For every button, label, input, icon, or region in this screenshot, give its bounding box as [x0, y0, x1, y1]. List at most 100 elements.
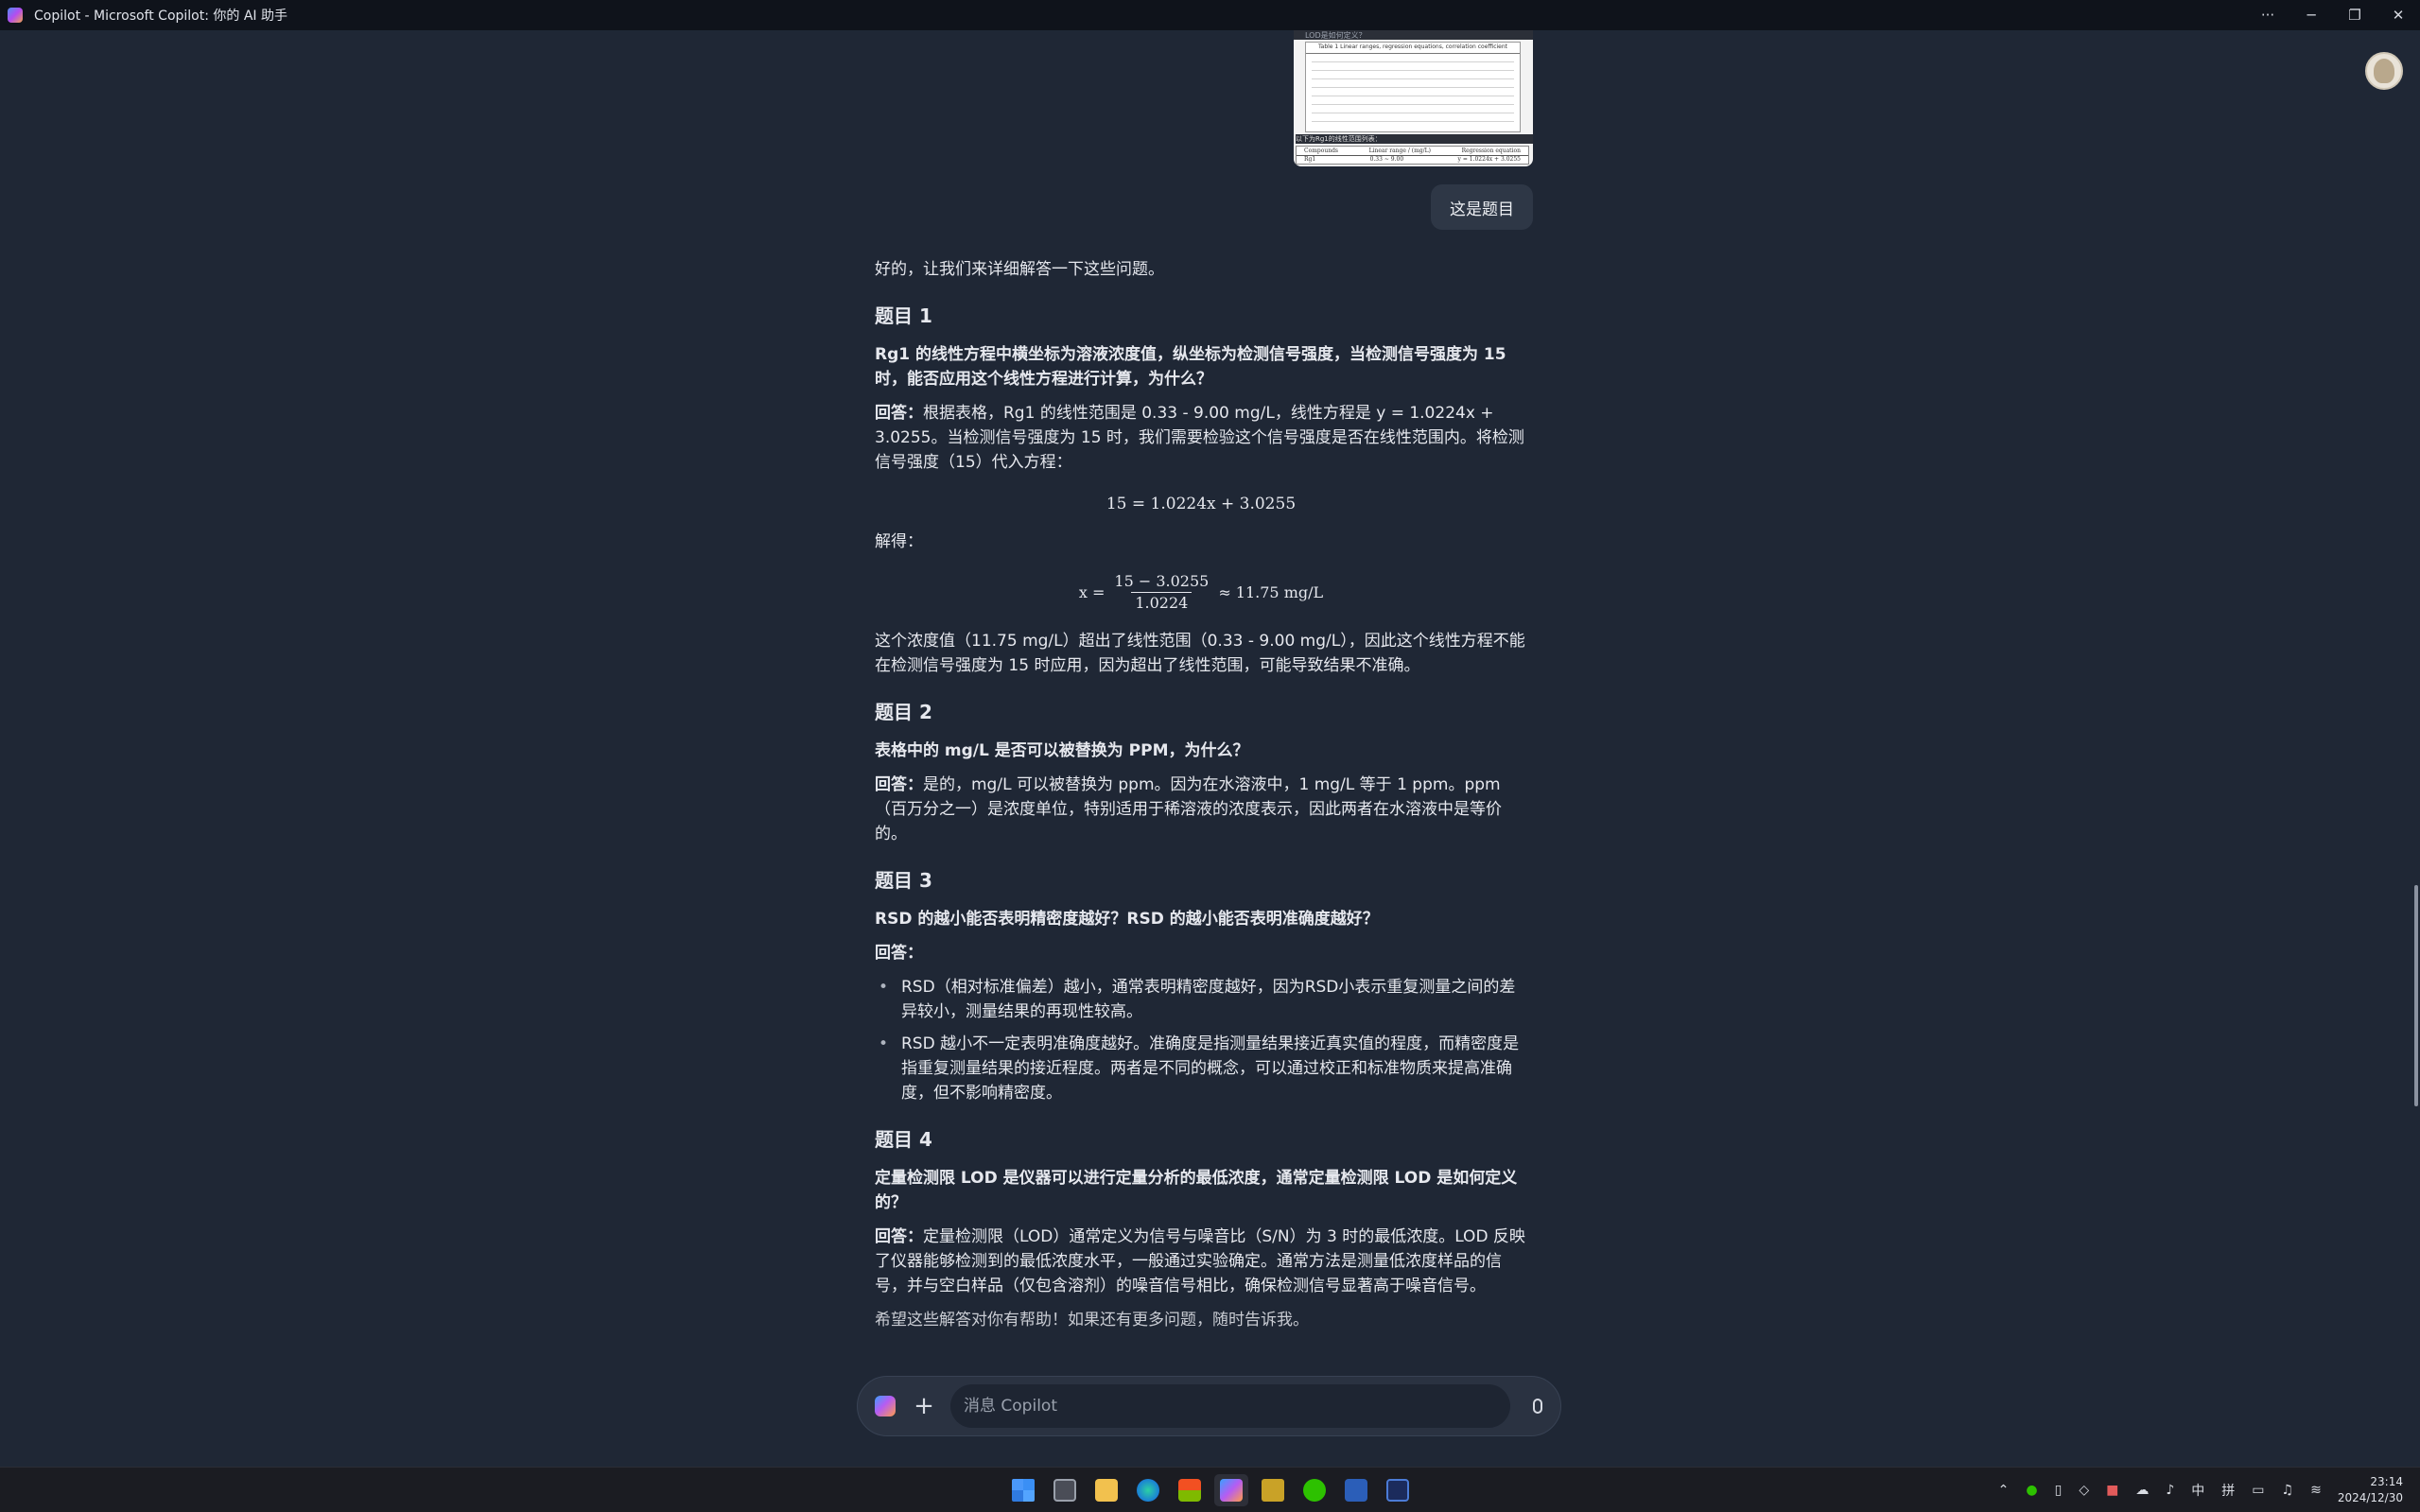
edge-icon — [1137, 1479, 1159, 1502]
answer-2: 回答：是的，mg/L 可以被替换为 ppm。因为在水溶液中，1 mg/L 等于 … — [875, 773, 1527, 846]
title-bar: Copilot - Microsoft Copilot: 你的 AI 助手 ··… — [0, 0, 2420, 30]
restore-button[interactable]: ❐ — [2333, 0, 2376, 30]
list-item: RSD 越小不一定表明准确度越好。准确度是指测量结果接近真实值的程度，而精密度是… — [875, 1032, 1527, 1105]
assistant-response: 好的，让我们来详细解答一下这些问题。 题目 1 Rg1 的线性方程中横坐标为溶液… — [875, 257, 1527, 1332]
copilot-icon — [1220, 1479, 1243, 1502]
conclusion-1: 这个浓度值（11.75 mg/L）超出了线性范围（0.33 - 9.00 mg/… — [875, 632, 1525, 675]
display-icon[interactable]: ▭ — [2252, 1483, 2264, 1498]
word-icon — [1345, 1479, 1367, 1502]
store-button[interactable] — [1173, 1474, 1207, 1506]
task-view-button[interactable] — [1048, 1474, 1082, 1506]
chevron-up-icon[interactable]: ⌃ — [1998, 1483, 2010, 1498]
copilot-app-icon — [8, 8, 23, 23]
attached-bottom-header: Regression equation — [1461, 148, 1521, 154]
attached-table-row — [1312, 81, 1514, 88]
add-attachment-button[interactable]: + — [911, 1392, 937, 1420]
edge-button[interactable] — [1131, 1474, 1165, 1506]
attached-bottom-table: Compounds Linear range / (mg/L) Regressi… — [1296, 146, 1529, 165]
onedrive-icon[interactable]: ☁ — [2135, 1483, 2149, 1498]
user-message-bubble: 这是题目 — [1431, 184, 1533, 230]
file-explorer-button[interactable] — [1089, 1474, 1123, 1506]
microphone-icon — [1533, 1399, 1542, 1414]
copilot-logo-icon[interactable] — [875, 1396, 896, 1416]
window-title: Copilot - Microsoft Copilot: 你的 AI 助手 — [34, 9, 288, 24]
attached-image-caption-bar: LOD是如何定义？ — [1294, 30, 1533, 40]
microphone-button[interactable] — [1527, 1396, 1548, 1416]
attached-table-row — [1312, 107, 1514, 113]
clock-date: 2024/12/30 — [2337, 1491, 2403, 1504]
attached-bottom-cell: Rg1 — [1304, 156, 1316, 163]
fraction-equation: x = 15 − 3.0255 1.0224 ≈ 11.75 mg/L — [875, 571, 1527, 614]
answer-label: 回答： — [875, 944, 923, 963]
answer-label: 回答： — [875, 1227, 923, 1246]
answer-label: 回答： — [875, 404, 923, 423]
solve-label: 解得： — [875, 532, 923, 551]
taskbar-apps — [1006, 1474, 1415, 1506]
response-closing: 希望这些解答对你有帮助！如果还有更多问题，随时告诉我。 — [875, 1311, 1309, 1330]
usb-icon[interactable]: ▯ — [2055, 1483, 2063, 1498]
ime-language[interactable]: 中 — [2191, 1481, 2204, 1500]
close-button[interactable]: ✕ — [2376, 0, 2420, 30]
app-tray-icon[interactable]: ■ — [2106, 1483, 2118, 1498]
attached-bottom-header: Linear range / (mg/L) — [1368, 148, 1431, 154]
attached-image-note: 以下为Rg1的线性范围列表： — [1296, 134, 1533, 144]
message-input[interactable] — [950, 1384, 1510, 1428]
section-heading-1: 题目 1 — [875, 304, 932, 327]
attached-table-row — [1312, 56, 1514, 62]
answer-1-text: 根据表格，Rg1 的线性范围是 0.33 - 9.00 mg/L，线性方程是 y… — [875, 404, 1524, 472]
section-heading-3: 题目 3 — [875, 869, 932, 892]
attached-table-row — [1312, 115, 1514, 122]
task-view-icon — [1053, 1479, 1076, 1502]
message-composer: + — [857, 1376, 1561, 1436]
question-3: RSD 的越小能否表明精密度越好？RSD 的越小能否表明准确度越好？ — [875, 910, 1379, 929]
taskbar: ⌃ ● ▯ ◇ ■ ☁ ♪ 中 拼 ▭ ♫ ≋ 23:14 2024/12/30 — [0, 1467, 2420, 1512]
attached-table-row — [1312, 64, 1514, 71]
equation-1: 15 = 1.0224x + 3.0255 — [1106, 495, 1297, 513]
copilot-taskbar-button[interactable] — [1214, 1474, 1248, 1506]
window-controls: ··· ─ ❐ ✕ — [2246, 0, 2420, 30]
app-button[interactable] — [1256, 1474, 1290, 1506]
section-heading-4: 题目 4 — [875, 1128, 932, 1151]
app-icon — [1262, 1479, 1284, 1502]
chat-scrollbar[interactable] — [2414, 885, 2418, 1106]
question-1: Rg1 的线性方程中横坐标为溶液浓度值，纵坐标为检测信号强度，当检测信号强度为 … — [875, 345, 1506, 389]
system-tray: ⌃ ● ▯ ◇ ■ ☁ ♪ 中 拼 ▭ ♫ ≋ 23:14 2024/12/30 — [1990, 1468, 2420, 1512]
clock[interactable]: 23:14 2024/12/30 — [2338, 1474, 2403, 1506]
ime-mode[interactable]: 拼 — [2221, 1481, 2235, 1500]
attached-bottom-header: Compounds — [1304, 148, 1338, 154]
fraction-lhs: x = — [1078, 582, 1106, 601]
windows-start-button[interactable] — [1006, 1474, 1040, 1506]
response-intro: 好的，让我们来详细解答一下这些问题。 — [875, 260, 1164, 279]
clock-time: 23:14 — [2370, 1475, 2403, 1488]
minimize-button[interactable]: ─ — [2289, 0, 2333, 30]
network-app-icon[interactable]: ◇ — [2079, 1483, 2089, 1498]
question-2: 表格中的 mg/L 是否可以被替换为 PPM，为什么？ — [875, 741, 1249, 760]
answer-3-list: RSD（相对标准偏差）越小，通常表明精密度越好，因为RSD小表示重复测量之间的差… — [875, 975, 1527, 1105]
microphone-tray-icon[interactable]: ♪ — [2166, 1483, 2174, 1498]
list-item: RSD（相对标准偏差）越小，通常表明精密度越好，因为RSD小表示重复测量之间的差… — [875, 975, 1527, 1024]
answer-4: 回答：定量检测限（LOD）通常定义为信号与噪音比（S/N）为 3 时的最低浓度。… — [875, 1225, 1527, 1298]
attached-image[interactable]: LOD是如何定义？ Table 1 Linear ranges, regress… — [1294, 30, 1533, 166]
attached-table-row — [1312, 73, 1514, 79]
word-button[interactable] — [1339, 1474, 1373, 1506]
user-avatar[interactable] — [2365, 52, 2403, 90]
answer-2-text: 是的，mg/L 可以被替换为 ppm。因为在水溶液中，1 mg/L 等于 1 p… — [875, 775, 1502, 843]
answer-4-text: 定量检测限（LOD）通常定义为信号与噪音比（S/N）为 3 时的最低浓度。LOD… — [875, 1227, 1525, 1295]
app2-button[interactable] — [1381, 1474, 1415, 1506]
attached-bottom-cell: y = 1.0224x + 3.0255 — [1457, 156, 1521, 163]
section-heading-2: 题目 2 — [875, 701, 932, 723]
more-options-button[interactable]: ··· — [2246, 0, 2289, 30]
answer-1: 回答：根据表格，Rg1 的线性范围是 0.33 - 9.00 mg/L，线性方程… — [875, 401, 1527, 475]
windows-logo-icon — [1012, 1479, 1035, 1502]
attached-table-row — [1312, 90, 1514, 96]
fraction-numerator: 15 − 3.0255 — [1114, 572, 1210, 590]
network-icon[interactable]: ≋ — [2310, 1483, 2322, 1498]
answer-label: 回答： — [875, 775, 923, 794]
wechat-button[interactable] — [1297, 1474, 1332, 1506]
volume-icon[interactable]: ♫ — [2282, 1483, 2294, 1498]
store-icon — [1178, 1479, 1201, 1502]
avatar-image — [2374, 59, 2394, 83]
wechat-tray-icon[interactable]: ● — [2026, 1483, 2037, 1498]
attached-table-title: Table 1 Linear ranges, regression equati… — [1306, 43, 1520, 54]
fraction-denominator: 1.0224 — [1131, 592, 1193, 614]
